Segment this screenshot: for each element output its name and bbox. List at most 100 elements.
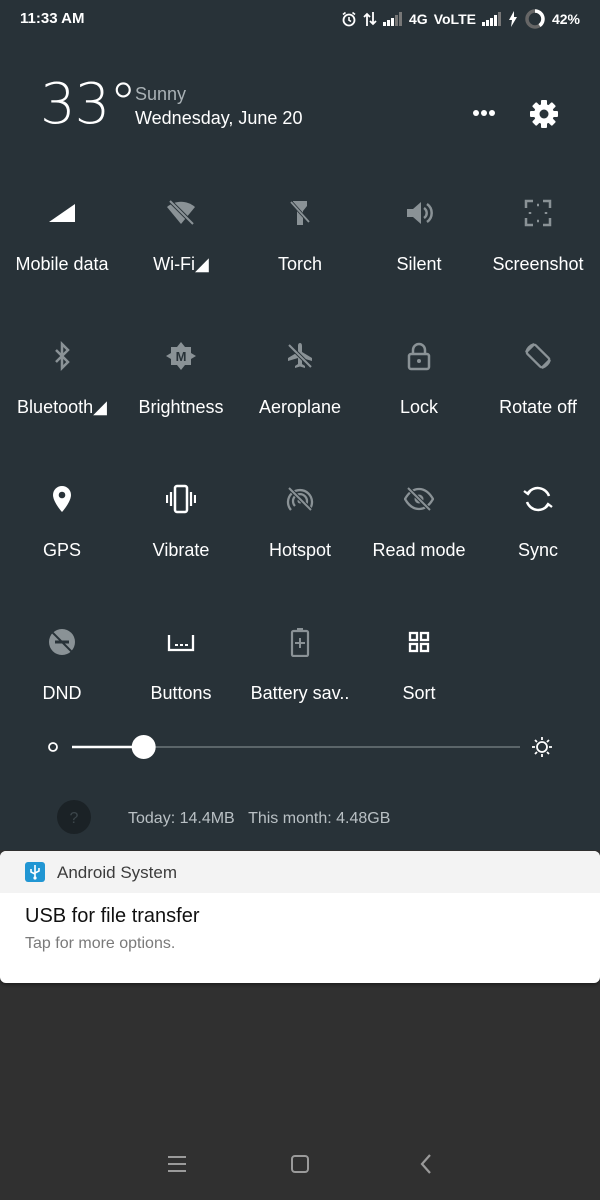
navigation-bar xyxy=(0,1140,600,1188)
mobile-data-icon xyxy=(49,200,75,222)
svg-text:?: ? xyxy=(70,810,79,827)
tile-label: GPS xyxy=(42,540,81,560)
home-button[interactable] xyxy=(280,1140,320,1188)
volte-label: VoLTE xyxy=(433,11,476,27)
signal-icon-2 xyxy=(481,12,502,26)
tile-label: Vibrate xyxy=(152,540,210,560)
tile-label: Sort xyxy=(402,683,436,703)
tile-lock[interactable]: Lock xyxy=(359,341,479,461)
tile-screenshot[interactable]: Screenshot xyxy=(478,198,598,318)
data-usage-today: Today: 14.4MB xyxy=(128,810,235,827)
sync-icon xyxy=(523,486,553,512)
status-time: 11:33 AM xyxy=(20,10,85,27)
hotspot-off-icon xyxy=(286,486,314,512)
notification-header: Android System xyxy=(0,851,600,893)
tile-label: Screenshot xyxy=(492,254,584,274)
brightness-slider[interactable] xyxy=(40,732,560,762)
sort-grid-icon xyxy=(408,631,430,653)
vibrate-icon xyxy=(166,484,196,514)
tile-label: Silent xyxy=(396,254,442,274)
brightness-high-icon xyxy=(532,737,552,757)
tile-label: Mobile data xyxy=(15,254,109,274)
tile-label: Sync xyxy=(517,540,559,560)
notification-title: USB for file transfer xyxy=(25,905,200,927)
temperature: 33° xyxy=(40,72,137,137)
tile-label: Wi-Fi◢ xyxy=(153,254,209,274)
tile-label: Bluetooth◢ xyxy=(17,397,107,417)
rotate-icon xyxy=(525,343,551,369)
screenshot-icon xyxy=(524,199,552,227)
battery-saver-icon xyxy=(290,628,310,657)
tile-vibrate[interactable]: Vibrate xyxy=(121,484,241,604)
slider-thumb[interactable] xyxy=(131,735,156,759)
volume-icon xyxy=(407,202,433,224)
brightness-auto-icon: M xyxy=(166,342,196,370)
tile-hotspot[interactable]: Hotspot xyxy=(240,484,360,604)
more-icon xyxy=(473,110,495,116)
menu-button[interactable] xyxy=(157,1140,197,1188)
torch-icon xyxy=(289,200,311,225)
usb-icon xyxy=(25,862,45,882)
data-usage-row[interactable]: ? Today: 14.4MB This month: 4.48GB xyxy=(0,800,600,840)
usb-notification[interactable]: Android System USB for file transfer Tap… xyxy=(0,851,600,983)
brightness-low-icon xyxy=(48,742,58,752)
gear-icon xyxy=(530,100,558,128)
tile-label: Read mode xyxy=(372,540,466,560)
tile-label: Battery sav.. xyxy=(250,683,350,703)
airplane-icon xyxy=(287,343,313,369)
menu-icon xyxy=(168,1156,186,1172)
tile-mobile-data[interactable]: Mobile data xyxy=(2,198,122,318)
data-usage-text: Today: 14.4MB This month: 4.48GB xyxy=(128,810,390,828)
settings-button[interactable] xyxy=(526,96,562,132)
tile-buttons[interactable]: Buttons xyxy=(121,627,241,747)
tile-label: Hotspot xyxy=(268,540,332,560)
signal-icon xyxy=(383,12,403,26)
network-type-label: 4G xyxy=(409,11,428,27)
date-label: Wednesday, June 20 xyxy=(135,108,303,128)
tile-torch[interactable]: Torch xyxy=(240,198,360,318)
tile-label: Buttons xyxy=(150,683,212,703)
tile-sync[interactable]: Sync xyxy=(478,484,598,604)
tile-rotate[interactable]: Rotate off xyxy=(478,341,598,461)
svg-text:M: M xyxy=(176,349,187,364)
tile-wifi[interactable]: Wi-Fi◢ xyxy=(121,198,241,318)
home-icon xyxy=(291,1155,309,1173)
wifi-off-icon xyxy=(167,199,195,226)
data-usage-icon: ? xyxy=(57,800,91,834)
tile-gps[interactable]: GPS xyxy=(2,484,122,604)
tile-dnd[interactable]: DND xyxy=(2,627,122,747)
tile-brightness[interactable]: M Brightness xyxy=(121,341,241,461)
dnd-icon xyxy=(49,629,75,655)
back-icon xyxy=(420,1154,431,1174)
tile-sort[interactable]: Sort xyxy=(359,627,479,747)
weather-condition: Sunny xyxy=(135,84,187,104)
tile-label: Brightness xyxy=(138,397,224,417)
lock-icon xyxy=(407,342,431,371)
bluetooth-icon xyxy=(55,341,70,371)
tile-aeroplane[interactable]: Aeroplane xyxy=(240,341,360,461)
tile-label: Torch xyxy=(277,254,322,274)
tile-label: Rotate off xyxy=(499,397,577,417)
status-icons: 4G VoLTE 42% xyxy=(341,8,580,30)
charging-icon xyxy=(508,11,518,27)
data-usage-month: This month: 4.48GB xyxy=(248,810,391,827)
eye-off-icon xyxy=(404,486,434,512)
more-options-button[interactable] xyxy=(466,98,502,128)
tile-label: Aeroplane xyxy=(258,397,342,417)
data-transfer-icon xyxy=(363,11,377,27)
tile-label: Lock xyxy=(399,397,439,417)
tile-label: DND xyxy=(42,683,82,703)
battery-icon xyxy=(524,8,546,30)
back-button[interactable] xyxy=(406,1140,446,1188)
status-bar: 11:33 AM 4G VoLTE 42% xyxy=(0,0,600,36)
battery-level: 42% xyxy=(551,11,580,27)
location-icon xyxy=(53,486,71,512)
notification-subtitle: Tap for more options. xyxy=(25,935,176,952)
buttons-icon xyxy=(167,635,195,652)
tile-silent[interactable]: Silent xyxy=(359,198,479,318)
notification-app-name: Android System xyxy=(57,863,177,882)
alarm-icon xyxy=(341,11,357,27)
tile-read-mode[interactable]: Read mode xyxy=(359,484,479,604)
tile-bluetooth[interactable]: Bluetooth◢ xyxy=(2,341,122,461)
tile-battery-saver[interactable]: Battery sav.. xyxy=(240,627,360,747)
